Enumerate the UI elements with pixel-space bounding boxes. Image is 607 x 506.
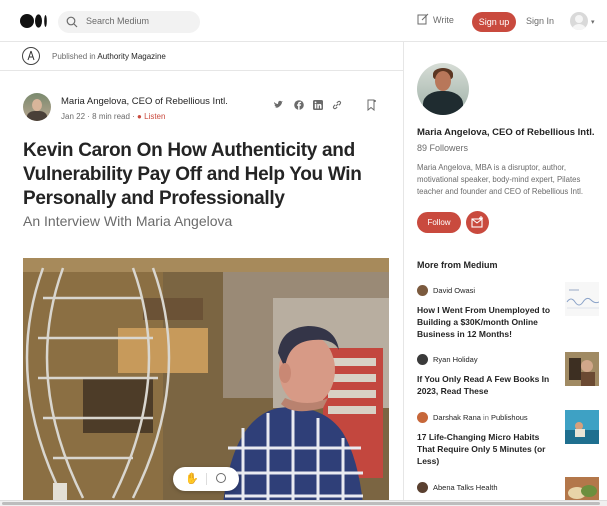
followers-count[interactable]: 89 Followers	[417, 143, 468, 153]
clap-icon[interactable]: ✋	[185, 472, 199, 485]
comment-icon[interactable]	[216, 473, 226, 483]
story-thumbnail[interactable]	[565, 477, 599, 500]
top-navbar: Search Medium Write Sign up Sign In ▾	[0, 0, 607, 42]
sidebar-divider	[403, 42, 404, 506]
author-avatar[interactable]	[23, 93, 51, 121]
story-author-name-text: Darshak Rana	[433, 413, 481, 422]
clap-comment-bar: ✋	[173, 467, 239, 491]
story-author-name: Abena Talks Health	[433, 483, 498, 492]
linkedin-icon[interactable]	[313, 100, 323, 110]
article-title: Kevin Caron On How Authenticity and Vuln…	[23, 140, 362, 209]
story-thumbnail[interactable]	[565, 352, 599, 386]
chevron-down-icon[interactable]: ▾	[591, 18, 595, 26]
scrollbar-thumb[interactable]	[2, 502, 600, 505]
published-in-text: Published in Authority Magazine	[52, 52, 166, 61]
user-avatar-icon[interactable]	[570, 12, 588, 30]
search-bar[interactable]: Search Medium	[58, 11, 200, 33]
twitter-icon[interactable]	[273, 100, 283, 110]
search-icon	[66, 16, 78, 28]
listen-label: Listen	[144, 112, 166, 121]
story-author-avatar	[417, 482, 428, 493]
bookmark-icon[interactable]	[366, 99, 377, 111]
publication-logo-icon[interactable]	[22, 47, 40, 65]
published-prefix: Published in	[52, 52, 96, 61]
story-author-name: Ryan Holiday	[433, 355, 478, 364]
story-thumbnail[interactable]	[565, 410, 599, 444]
story-author-avatar	[417, 354, 428, 365]
article-date: Jan 22	[61, 112, 86, 121]
link-icon[interactable]	[332, 100, 342, 110]
story-pub-prefix: in	[483, 413, 489, 422]
story-thumbnail[interactable]	[565, 282, 599, 316]
write-label: Write	[433, 15, 454, 25]
listen-button[interactable]: ● Listen	[137, 112, 165, 121]
article-meta: Jan 22 · 8 min read · ● Listen	[61, 112, 166, 121]
signin-link[interactable]: Sign In	[526, 16, 554, 26]
sidebar-author-name[interactable]: Maria Angelova, CEO of Rebellious Intl.	[417, 127, 595, 138]
story-author-name: Darshak Rana in Publishous	[433, 413, 528, 422]
story-title[interactable]: How I Went From Unemployed to Building a…	[417, 304, 557, 340]
write-icon	[417, 13, 429, 25]
story-title[interactable]: If You Only Read A Few Books In 2023, Re…	[417, 373, 557, 397]
subscribe-mail-icon[interactable]	[466, 211, 489, 234]
story-title[interactable]: 17 Life-Changing Micro Habits That Requi…	[417, 431, 557, 467]
search-placeholder: Search Medium	[86, 16, 150, 26]
medium-logo-icon[interactable]	[20, 14, 52, 28]
horizontal-scrollbar[interactable]	[0, 500, 607, 506]
story-publication: Publishous	[490, 413, 528, 422]
story-author-name: David Owasi	[433, 286, 476, 295]
follow-button[interactable]: Follow	[417, 212, 461, 233]
facebook-icon[interactable]	[294, 100, 304, 110]
more-from-medium-heading: More from Medium	[417, 260, 498, 270]
signup-button[interactable]: Sign up	[472, 12, 516, 32]
author-bio: Maria Angelova, MBA is a disruptor, auth…	[417, 163, 584, 196]
read-time: 8 min read	[92, 112, 130, 121]
story-author-avatar	[417, 285, 428, 296]
clap-bar-separator	[206, 473, 207, 485]
publication-bar: Published in Authority Magazine	[0, 43, 403, 71]
sidebar-author-avatar[interactable]	[417, 63, 469, 115]
author-name-link[interactable]: Maria Angelova, CEO of Rebellious Intl.	[61, 96, 228, 107]
article-subtitle: An Interview With Maria Angelova	[23, 213, 233, 229]
publication-name-link[interactable]: Authority Magazine	[97, 52, 165, 61]
story-author-avatar	[417, 412, 428, 423]
